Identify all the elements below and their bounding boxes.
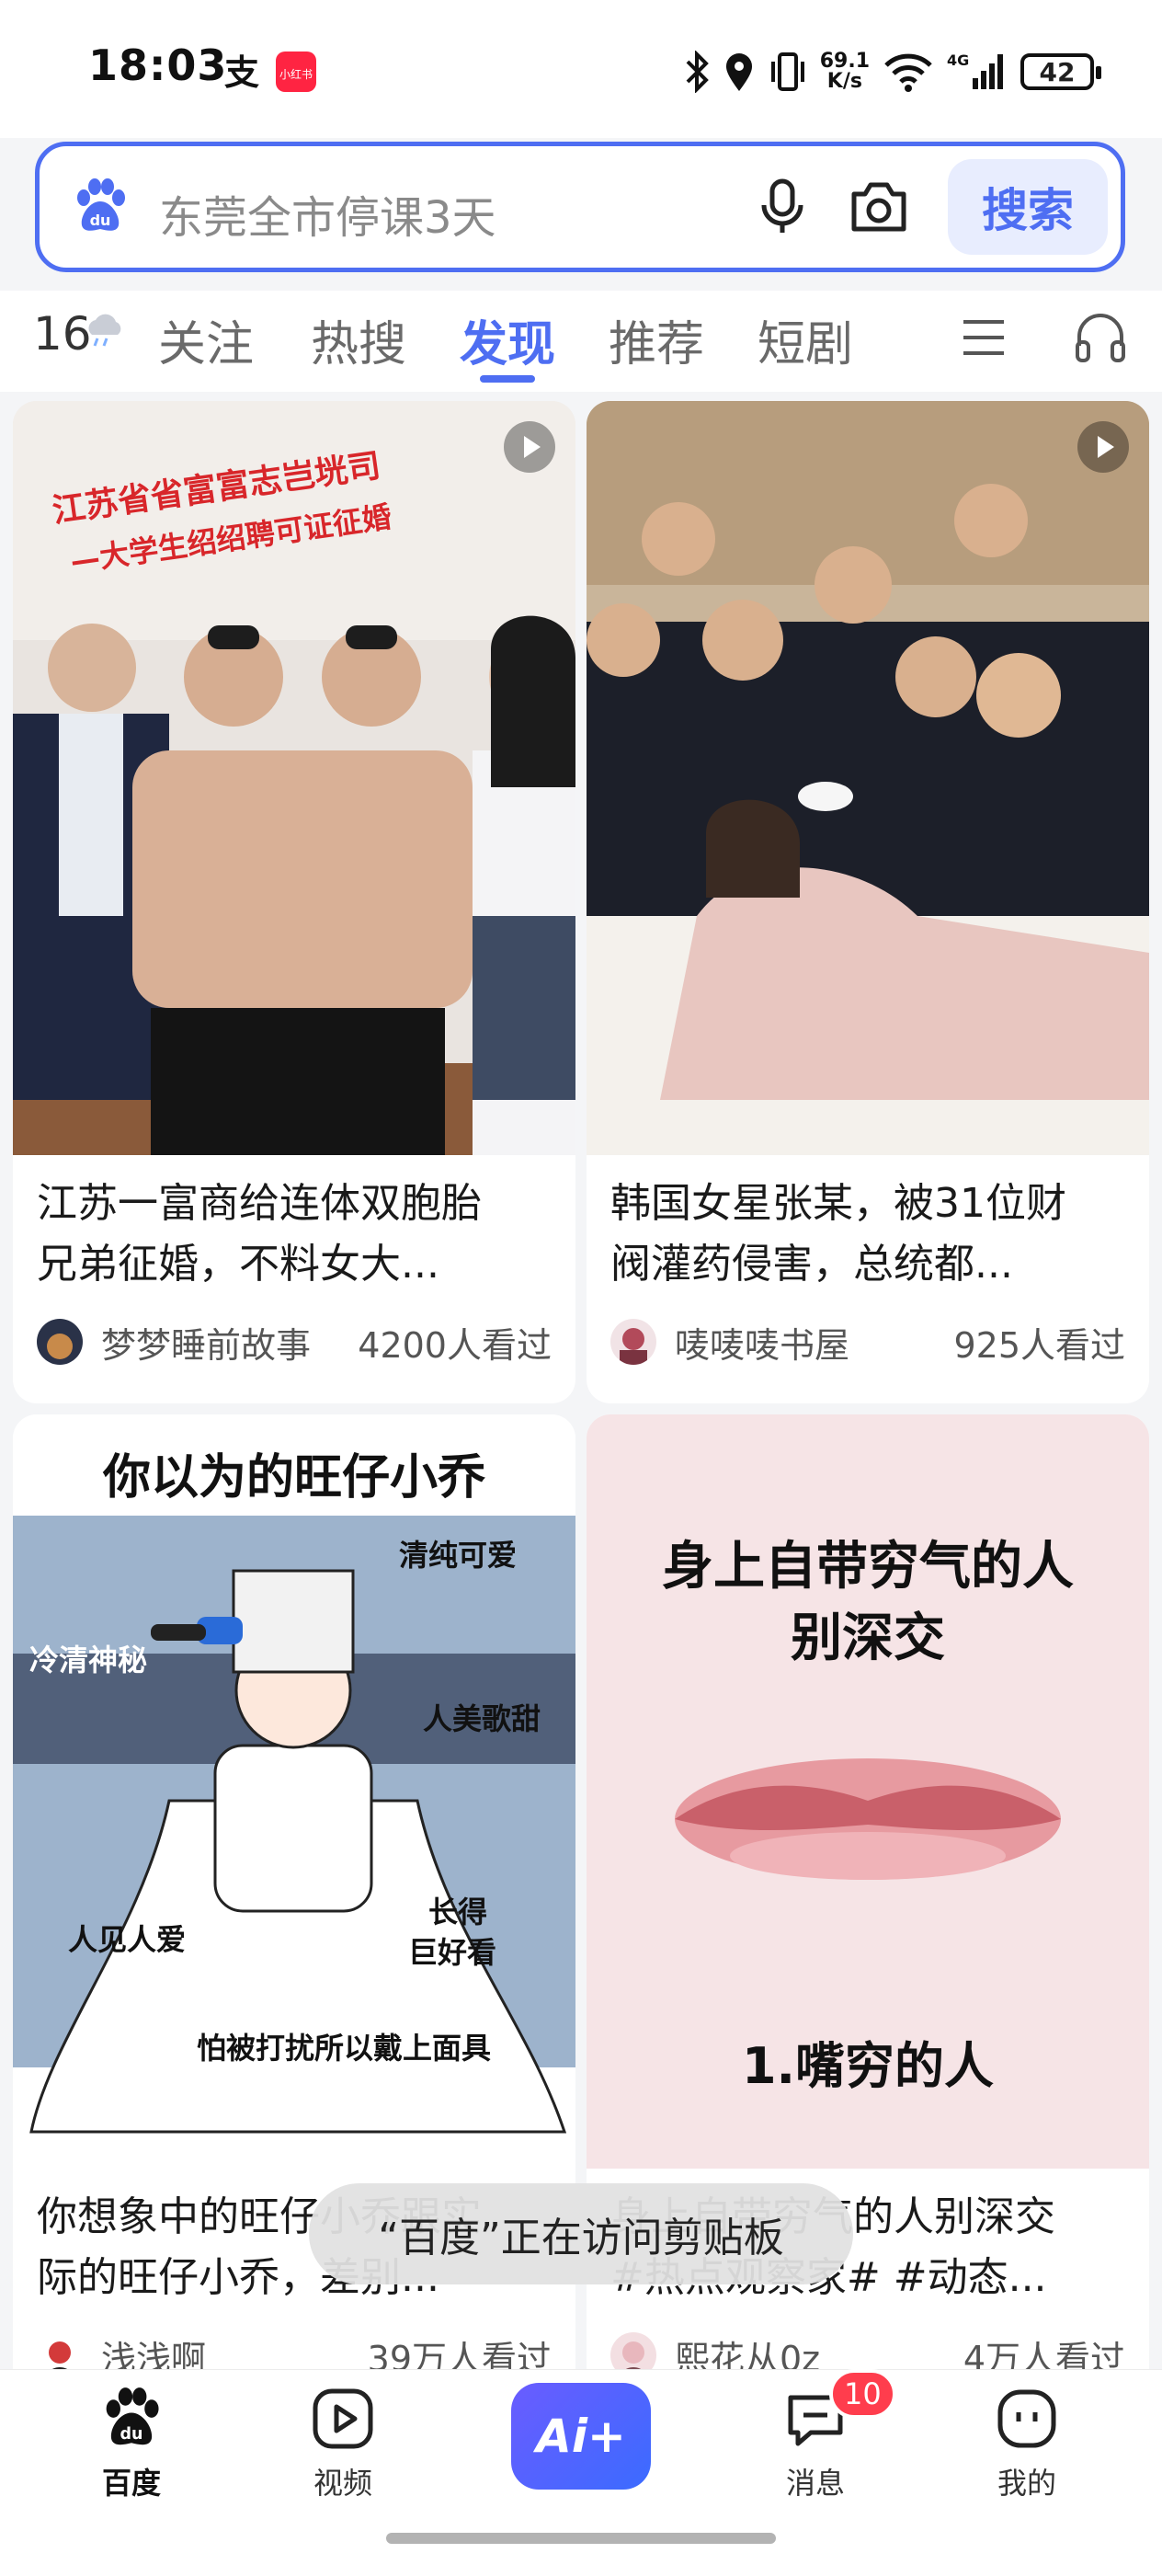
image-heading: 身上自带穷气的人 bbox=[662, 1537, 1074, 1597]
discover-feed[interactable]: 江苏省省富富志岂垙司 —大学生绍绍聘可证征婚 江苏一富商给连体双胞胎 兄弟征婚，… bbox=[0, 395, 1162, 2373]
svg-text:du: du bbox=[120, 2425, 143, 2444]
card-title-line: 江苏一富商给连体双胞胎 bbox=[37, 1180, 482, 1227]
tab-hot-search[interactable]: 热搜 bbox=[311, 305, 406, 374]
baidu-paw-icon: du bbox=[106, 2387, 159, 2445]
card-thumbnail[interactable]: 身上自带穷气的人 别深交 1.嘴穷的人 bbox=[587, 1414, 1149, 2169]
profile-face-icon bbox=[997, 2389, 1056, 2448]
card-meta: 浅浅啊 39万人看过 bbox=[37, 2330, 552, 2373]
feed-card[interactable]: 韩国女星张某，被31位财 阀灌药侵害，总统都... 唛唛唛书屋 925人看过 bbox=[587, 401, 1149, 1403]
ai-assistant-button[interactable]: Ai+ bbox=[511, 2383, 651, 2490]
play-icon bbox=[504, 421, 555, 473]
camera-icon[interactable] bbox=[849, 179, 909, 235]
author-name[interactable]: 浅浅啊 bbox=[101, 2330, 368, 2374]
svg-text:du: du bbox=[90, 212, 111, 229]
nav-video[interactable]: 视频 bbox=[274, 2387, 412, 2502]
image-label: 怕被打扰所以戴上面具 bbox=[197, 2031, 492, 2066]
view-count: 4万人看过 bbox=[963, 2338, 1125, 2374]
svg-text:支: 支 bbox=[224, 52, 259, 92]
message-badge: 10 bbox=[829, 2369, 896, 2419]
card-title[interactable]: 江苏一富商给连体双胞胎 兄弟征婚，不料女大... bbox=[37, 1174, 552, 1295]
battery-indicator: 42 bbox=[1020, 53, 1101, 90]
card-title-line: 韩国女星张某，被31位财 bbox=[610, 1180, 1066, 1227]
clipboard-toast: “百度”正在访问剪贴板 bbox=[309, 2183, 853, 2284]
image-label: 清纯可爱 bbox=[399, 1538, 518, 1573]
card-title[interactable]: 韩国女星张某，被31位财 阀灌药侵害，总统都... bbox=[610, 1174, 1125, 1295]
avatar[interactable] bbox=[610, 1319, 656, 1365]
image-label: 人见人爱 bbox=[68, 1922, 187, 1957]
card-thumbnail[interactable]: 你以为的旺仔小乔 清纯可爱 冷清神秘 人美歌甜 人见人爱 长得 巨好看 怕被打扰… bbox=[13, 1414, 575, 2169]
bottom-navigation: du 百度 视频 Ai+ 消息 我的 bbox=[0, 2369, 1162, 2576]
home-indicator[interactable] bbox=[386, 2533, 776, 2544]
tab-recommend[interactable]: 推荐 bbox=[609, 305, 704, 374]
image-heading: 你以为的旺仔小乔 bbox=[102, 1450, 485, 1506]
microphone-icon[interactable] bbox=[757, 177, 808, 236]
speed-value: 69.1 bbox=[819, 50, 870, 73]
tab-discover[interactable]: 发现 bbox=[460, 305, 555, 374]
view-count: 4200人看过 bbox=[358, 1324, 552, 1366]
author-name[interactable]: 唛唛唛书屋 bbox=[675, 1317, 953, 1368]
search-button[interactable]: 搜索 bbox=[948, 159, 1108, 255]
network-speed: 69.1 K/s bbox=[820, 52, 870, 92]
search-box[interactable]: du 东莞全市停课3天 搜索 bbox=[35, 142, 1125, 272]
alipay-icon: 支 bbox=[224, 52, 259, 92]
view-count: 925人看过 bbox=[953, 1324, 1125, 1366]
speed-unit: K/s bbox=[826, 70, 862, 93]
nav-label: 消息 bbox=[785, 2466, 845, 2501]
nav-label: 百度 bbox=[101, 2466, 161, 2501]
search-input[interactable]: 东莞全市停课3天 bbox=[159, 181, 496, 246]
status-time: 18:03 bbox=[88, 40, 228, 90]
nav-label: 视频 bbox=[313, 2466, 372, 2501]
card-meta: 唛唛唛书屋 925人看过 bbox=[610, 1317, 1125, 1367]
menu-icon[interactable] bbox=[960, 316, 1008, 359]
tab-follow[interactable]: 关注 bbox=[158, 305, 254, 374]
card-title-line: 兄弟征婚，不料女大... bbox=[37, 1241, 439, 1288]
image-label: 人美歌甜 bbox=[423, 1701, 541, 1736]
status-indicators: 69.1 K/s 4G 42 bbox=[684, 44, 1101, 99]
image-heading: 别深交 bbox=[791, 1609, 945, 1668]
vibrate-icon bbox=[770, 52, 804, 91]
view-count: 39万人看过 bbox=[367, 2338, 552, 2374]
avatar[interactable] bbox=[37, 1319, 83, 1365]
status-bar: 18:03 支 小红书 69.1 K/s 4G 42 bbox=[0, 0, 1162, 138]
xiaohongshu-icon: 小红书 bbox=[276, 52, 316, 92]
tab-short-drama[interactable]: 短剧 bbox=[758, 305, 853, 374]
play-icon bbox=[1077, 421, 1129, 473]
card-thumbnail[interactable]: 江苏省省富富志岂垙司 —大学生绍绍聘可证征婚 bbox=[13, 401, 575, 1155]
bluetooth-icon bbox=[686, 51, 709, 93]
wifi-icon bbox=[884, 53, 932, 92]
avatar[interactable] bbox=[610, 2332, 656, 2373]
image-label: 巨好看 bbox=[408, 1935, 497, 1970]
headphones-icon[interactable] bbox=[1072, 309, 1129, 366]
card-meta: 熙花从0z 4万人看过 bbox=[610, 2330, 1125, 2373]
card-title-line: 阀灌药侵害，总统都... bbox=[610, 1241, 1013, 1288]
author-name[interactable]: 熙花从0z bbox=[675, 2330, 963, 2374]
card-thumbnail[interactable] bbox=[587, 401, 1149, 1155]
author-name[interactable]: 梦梦睡前故事 bbox=[101, 1317, 358, 1368]
avatar[interactable] bbox=[37, 2332, 83, 2373]
card-meta: 梦梦睡前故事 4200人看过 bbox=[37, 1317, 552, 1367]
baidu-paw-icon: du bbox=[77, 178, 125, 231]
nav-label: 我的 bbox=[997, 2466, 1056, 2501]
nav-baidu[interactable]: du 百度 bbox=[63, 2387, 200, 2502]
tab-scroll-fade bbox=[901, 291, 938, 383]
image-caption: 1.嘴穷的人 bbox=[741, 2037, 995, 2095]
active-tab-indicator bbox=[480, 375, 535, 383]
video-play-icon bbox=[313, 2388, 373, 2449]
location-icon bbox=[725, 53, 752, 91]
cellular-signal-icon: 4G bbox=[947, 52, 1003, 89]
svg-text:4G: 4G bbox=[947, 52, 969, 69]
image-label: 长得 bbox=[428, 1895, 488, 1929]
nav-profile[interactable]: 我的 bbox=[958, 2387, 1096, 2502]
image-label: 冷清神秘 bbox=[29, 1643, 148, 1677]
cloud-rain-icon bbox=[88, 314, 121, 347]
channel-tabs: 16° 关注 热搜 发现 推荐 短剧 bbox=[0, 291, 1162, 392]
svg-text:小红书: 小红书 bbox=[279, 67, 313, 81]
feed-card[interactable]: 江苏省省富富志岂垙司 —大学生绍绍聘可证征婚 江苏一富商给连体双胞胎 兄弟征婚，… bbox=[13, 401, 575, 1403]
